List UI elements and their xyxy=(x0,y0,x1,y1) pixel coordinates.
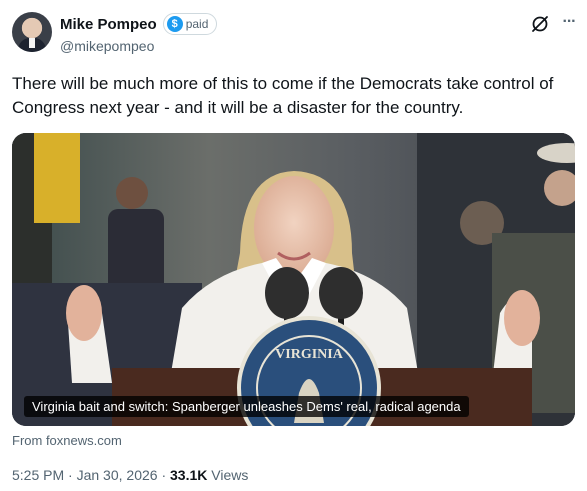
post-meta: 5:25 PM · Jan 30, 2026 · 33.1K Views xyxy=(12,467,248,483)
dollar-icon: $ xyxy=(166,16,183,32)
author-avatar[interactable] xyxy=(12,12,52,52)
link-source[interactable]: From foxnews.com xyxy=(12,433,122,448)
author-handle[interactable]: @mikepompeo xyxy=(60,38,154,54)
post-time[interactable]: 5:25 PM xyxy=(12,467,64,483)
views-count[interactable]: 33.1K xyxy=(170,467,207,483)
post-date[interactable]: Jan 30, 2026 xyxy=(77,467,158,483)
paid-label: paid xyxy=(185,17,209,31)
media-caption: Virginia bait and switch: Spanberger unl… xyxy=(24,396,469,417)
tweet: Mike Pompeo $ paid @mikepompeo ··· There… xyxy=(0,0,587,491)
author-name[interactable]: Mike Pompeo xyxy=(60,16,157,33)
author-line: Mike Pompeo $ paid xyxy=(60,13,218,35)
avatar-shirt xyxy=(29,38,35,48)
meta-separator: · xyxy=(161,467,167,483)
views-label: Views xyxy=(211,467,249,483)
meta-separator: · xyxy=(68,467,73,483)
paid-badge[interactable]: $ paid xyxy=(162,13,218,35)
grok-icon[interactable] xyxy=(530,14,550,34)
grok-icon-glyph xyxy=(532,16,548,32)
post-text: There will be much more of this to come … xyxy=(12,74,554,117)
media-image[interactable]: VIRGINIA xyxy=(12,133,575,426)
more-icon[interactable]: ··· xyxy=(557,10,581,34)
